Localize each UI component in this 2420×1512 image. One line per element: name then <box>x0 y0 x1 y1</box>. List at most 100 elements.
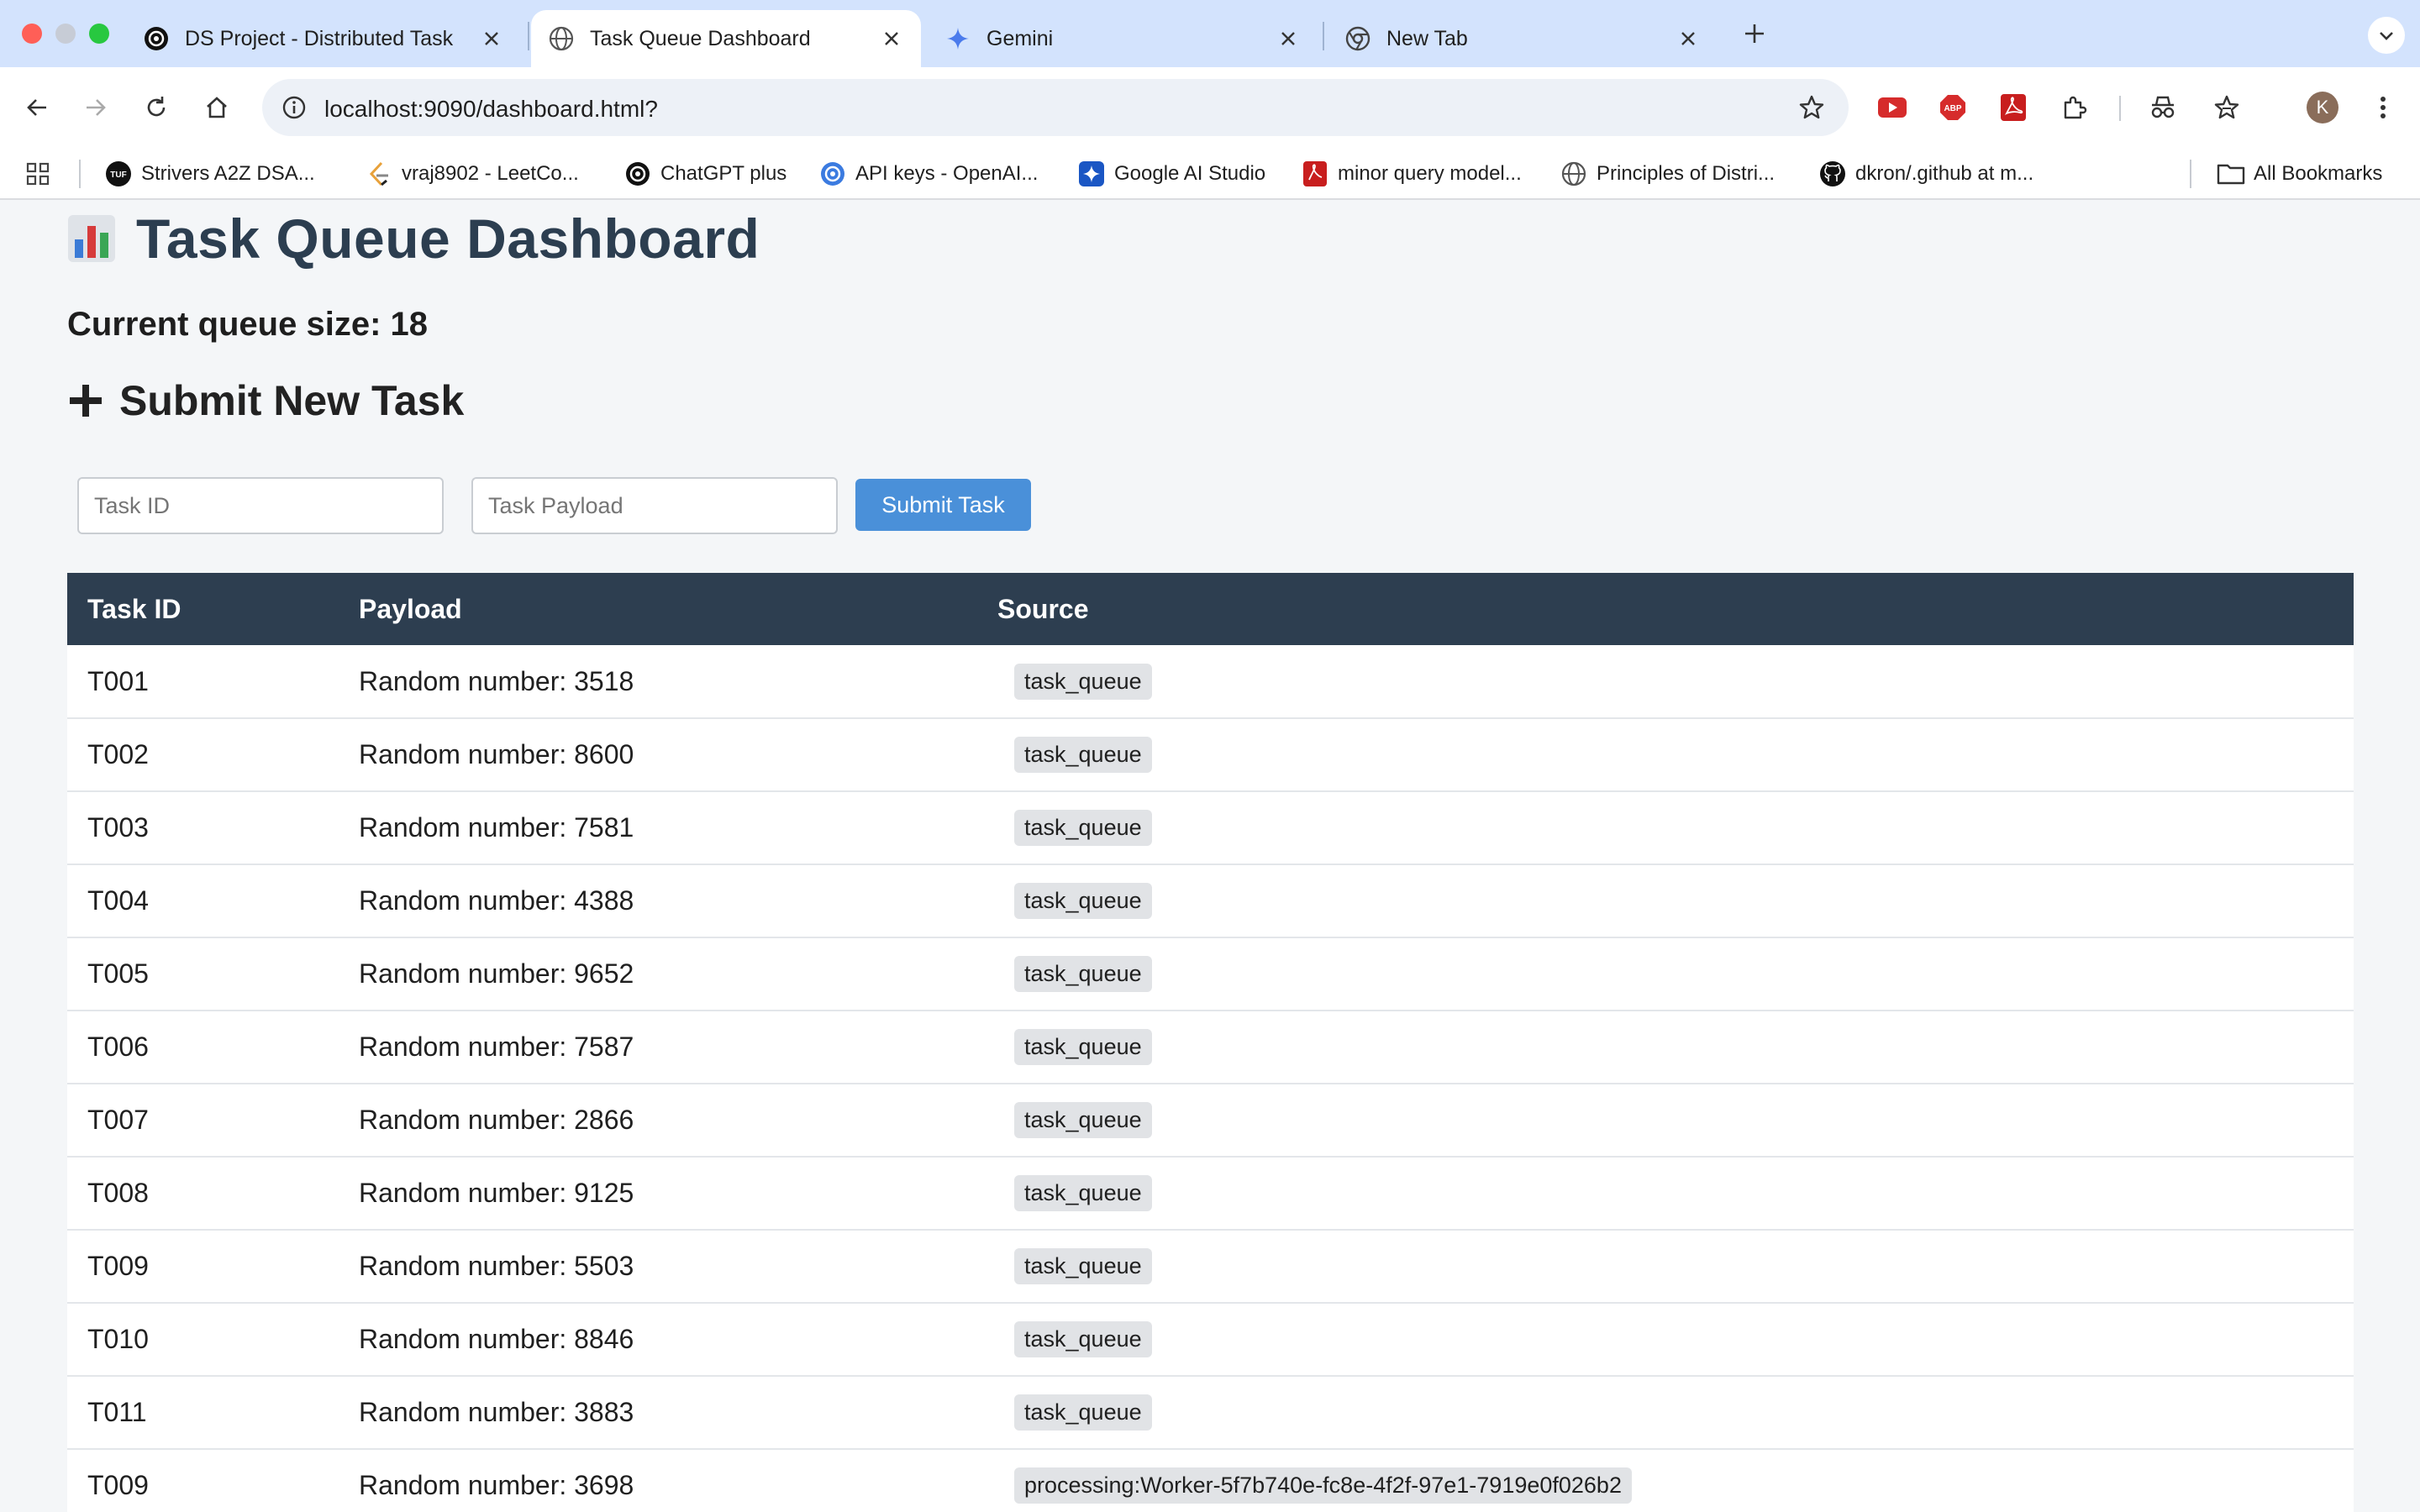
bookmark-minor-query-model[interactable]: minor query model... <box>1301 155 1522 193</box>
page-title: Task Queue Dashboard <box>136 207 760 270</box>
payload-cell: Random number: 4388 <box>339 864 977 938</box>
page-heading: Task Queue Dashboard <box>67 207 760 270</box>
close-icon[interactable] <box>479 26 504 51</box>
incognito-icon[interactable] <box>2144 89 2181 126</box>
source-badge: task_queue <box>1014 883 1152 919</box>
table-row: T010 Random number: 8846 task_queue <box>67 1303 2354 1377</box>
site-info-icon[interactable] <box>276 89 313 126</box>
pdf-extension-icon[interactable] <box>1995 89 2032 126</box>
submit-section-title: Submit New Task <box>119 377 465 424</box>
extensions-puzzle-icon[interactable] <box>2055 89 2092 126</box>
globe-icon <box>548 25 575 52</box>
bookmark-google-ai-studio[interactable]: Google AI Studio <box>1077 155 1265 193</box>
source-badge: task_queue <box>1014 737 1152 773</box>
source-cell: task_queue <box>977 1011 2354 1084</box>
submit-task-button[interactable]: Submit Task <box>855 479 1031 531</box>
address-bar[interactable]: localhost:9090/dashboard.html? <box>262 79 1849 136</box>
tab-task-queue-dashboard[interactable]: Task Queue Dashboard <box>531 10 921 67</box>
payload-cell: Random number: 2866 <box>339 1084 977 1158</box>
url-text[interactable]: localhost:9090/dashboard.html? <box>324 96 658 123</box>
tab-title: Gemini <box>986 26 1054 50</box>
tab-new-tab[interactable]: New Tab <box>1328 10 1718 67</box>
bookmark-strivers[interactable]: TUF Strivers A2Z DSA... <box>104 155 315 193</box>
window-minimize-button[interactable] <box>55 24 76 44</box>
window-close-button[interactable] <box>22 24 42 44</box>
column-header-task-id: Task ID <box>87 593 182 624</box>
youtube-extension-icon[interactable] <box>1874 89 1911 126</box>
arrow-right-icon <box>87 99 106 116</box>
task-id-input[interactable] <box>77 477 444 534</box>
profile-initial: K <box>2316 97 2329 118</box>
bookmark-label: minor query model... <box>1338 162 1522 185</box>
tab-ds-project[interactable]: DS Project - Distributed Task <box>126 10 521 67</box>
table-row: T006 Random number: 7587 task_queue <box>67 1011 2354 1084</box>
source-badge: task_queue <box>1014 1248 1152 1284</box>
payload-cell: Random number: 3698 <box>339 1449 977 1512</box>
bookmark-label: Principles of Distri... <box>1597 162 1776 185</box>
openai-icon <box>143 25 170 52</box>
bookmarks-bar: TUF Strivers A2Z DSA... vraj8902 - LeetC… <box>0 148 2420 200</box>
back-button[interactable] <box>18 89 55 126</box>
tuf-icon: TUF <box>104 160 133 188</box>
bookmark-chatgpt-plus[interactable]: ChatGPT plus <box>623 155 786 193</box>
source-badge: task_queue <box>1014 1175 1152 1211</box>
source-cell: task_queue <box>977 1157 2354 1231</box>
payload-cell: Random number: 8600 <box>339 718 977 792</box>
source-badge: task_queue <box>1014 1102 1152 1138</box>
profile-avatar[interactable]: K <box>2304 89 2341 126</box>
close-icon[interactable] <box>1276 26 1301 51</box>
tab-search-button[interactable] <box>2368 17 2405 54</box>
bookmark-openai-api-keys[interactable]: API keys - OpenAI... <box>818 155 1038 193</box>
task-id-cell: T009 <box>67 1449 339 1512</box>
source-cell: task_queue <box>977 864 2354 938</box>
window-zoom-button[interactable] <box>89 24 109 44</box>
task-table: Task ID Payload Source T001 Random number… <box>67 573 2354 1512</box>
source-badge: task_queue <box>1014 1394 1152 1431</box>
source-badge: task_queue <box>1014 663 1152 700</box>
browser-toolbar: localhost:9090/dashboard.html? ABP K <box>0 67 2420 148</box>
bookmark-label: vraj8902 - LeetCo... <box>402 162 579 185</box>
bookmark-star-icon[interactable] <box>1793 89 1830 126</box>
tab-title: Task Queue Dashboard <box>590 26 811 50</box>
bar-chart-icon <box>68 215 115 262</box>
home-icon <box>207 97 227 118</box>
tab-gemini[interactable]: Gemini <box>928 10 1318 67</box>
adblock-plus-icon[interactable]: ABP <box>1934 89 1971 126</box>
source-badge: task_queue <box>1014 1321 1152 1357</box>
payload-cell: Random number: 5503 <box>339 1230 977 1304</box>
source-badge: task_queue <box>1014 956 1152 992</box>
source-cell: task_queue <box>977 937 2354 1011</box>
payload-cell: Random number: 3518 <box>339 645 977 719</box>
reading-list-star-icon[interactable] <box>2208 89 2245 126</box>
task-id-cell: T009 <box>67 1230 339 1304</box>
new-tab-button[interactable] <box>1738 17 1771 50</box>
bookmark-label: dkron/.github at m... <box>1855 162 2034 185</box>
all-bookmarks-button[interactable]: All Bookmarks <box>2217 155 2382 193</box>
home-button[interactable] <box>198 89 235 126</box>
column-header-payload: Payload <box>359 593 462 624</box>
source-cell: task_queue <box>977 1376 2354 1450</box>
browser-menu-button[interactable] <box>2365 89 2402 126</box>
payload-cell: Random number: 7581 <box>339 791 977 865</box>
source-cell: task_queue <box>977 1230 2354 1304</box>
close-icon[interactable] <box>879 26 904 51</box>
tab-title: DS Project - Distributed Task <box>185 26 454 50</box>
task-id-cell: T007 <box>67 1084 339 1158</box>
apps-grid-icon[interactable] <box>25 155 50 193</box>
table-row: T004 Random number: 4388 task_queue <box>67 864 2354 938</box>
bookmark-label: ChatGPT plus <box>660 162 787 185</box>
gemini-sparkle-icon <box>944 25 971 52</box>
source-badge: task_queue <box>1014 810 1152 846</box>
forward-button[interactable] <box>77 89 114 126</box>
close-icon[interactable] <box>1676 26 1701 51</box>
task-payload-input[interactable] <box>471 477 838 534</box>
chevron-down-icon <box>2380 32 2393 40</box>
source-cell: task_queue <box>977 718 2354 792</box>
bookmark-dkron-github[interactable]: dkron/.github at m... <box>1818 155 2033 193</box>
payload-cell: Random number: 7587 <box>339 1011 977 1084</box>
bookmark-principles-distributed[interactable]: Principles of Distri... <box>1560 155 1775 193</box>
table-header-row: Task ID Payload Source <box>67 573 2354 645</box>
bookmark-leetcode[interactable]: vraj8902 - LeetCo... <box>365 155 579 193</box>
reload-button[interactable] <box>138 89 175 126</box>
task-table-body: T001 Random number: 3518 task_queue T002 Ra… <box>67 645 2354 1512</box>
